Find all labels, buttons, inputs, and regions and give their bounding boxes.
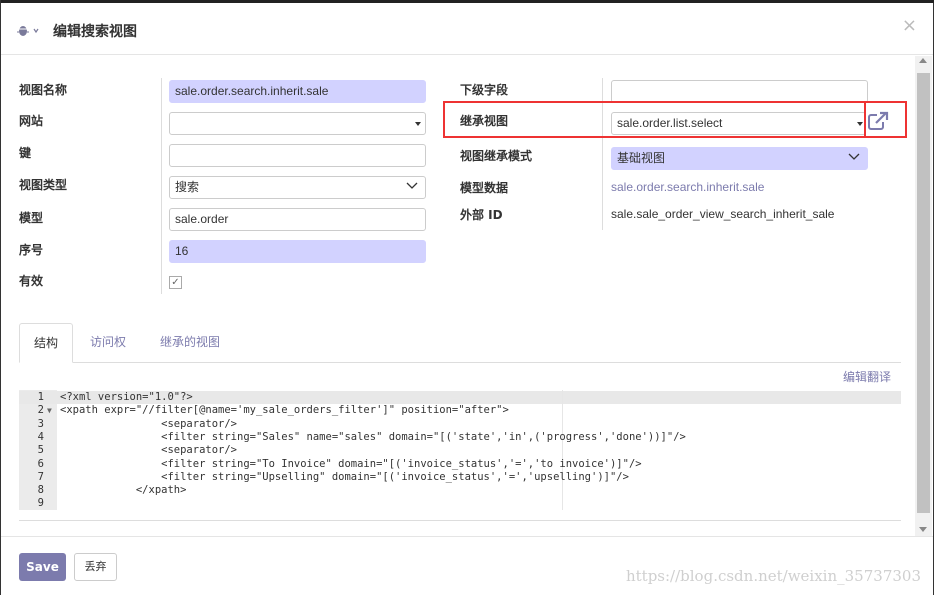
code-line: 1 <?xml version="1.0"?> [19,391,901,404]
label-inheritance-mode: 视图继承模式 [460,149,533,163]
dialog-body: 视图名称 网站 键 视图类型 模型 序号 有效 sale.order.searc… [1,56,915,536]
code-text: <filter string="To Invoice" domain="[('i… [60,457,642,470]
chevron-down-icon [406,180,418,193]
label-child-field: 下级字段 [460,83,509,97]
code-line: 8 </xpath> [19,484,901,497]
discard-button[interactable]: 丢弃 [74,553,117,581]
left-column-divider [161,78,162,294]
dialog-title: 编辑搜索视图 [53,24,137,40]
editor-bottom-border [19,520,901,521]
inherited-view-select[interactable]: sale.order.list.select [611,112,866,135]
save-button[interactable]: Save [19,553,66,581]
label-view-name: 视图名称 [19,83,68,97]
code-text: <xpath expr="//filter[@name='my_sale_ord… [60,404,509,417]
code-line: 9 [19,497,901,510]
caret-down-icon [415,122,421,126]
label-sequence: 序号 [19,243,44,257]
label-view-type: 视图类型 [19,178,68,192]
edit-translation-link[interactable]: 编辑翻译 [843,368,891,385]
code-line: 3 <separator/> [19,418,901,431]
code-editor[interactable]: 1 <?xml version="1.0"?> 2 ▼ <xpath expr="//f… [19,390,901,510]
dialog-scrollbar[interactable] [915,56,932,536]
label-model: 模型 [19,211,44,225]
code-text: </xpath> [60,484,187,497]
code-text: <filter string="Sales" name="sales" doma… [60,430,686,443]
chevron-down-icon [848,151,860,164]
code-text: <?xml version="1.0"?> [60,391,193,403]
child-field-input[interactable] [611,80,868,103]
close-icon[interactable]: × [902,15,917,36]
line-number: 5 [37,444,44,457]
key-input[interactable] [169,144,426,167]
tab-inherited-views[interactable]: 继承的视图 [146,323,234,363]
line-number: 1 [37,391,44,403]
notebook-tabs: 结构 访问权 继承的视图 [19,323,901,363]
view-name-input[interactable]: sale.order.search.inherit.sale [169,80,426,103]
label-website: 网站 [19,114,44,128]
line-number: 2 [37,404,44,417]
code-text: <separator/> [60,444,238,457]
view-type-select[interactable]: 搜索 [169,176,426,199]
label-external-id: 外部 ID [460,208,503,222]
external-link-icon[interactable] [867,111,889,133]
line-number: 4 [37,430,44,443]
tab-access-rights[interactable]: 访问权 [76,323,140,363]
caret-down-icon [857,122,863,126]
scroll-up-arrow-icon[interactable] [919,58,927,63]
code-line: 5 <separator/> [19,444,901,457]
label-model-data: 模型数据 [460,181,509,195]
dialog-header: 编辑搜索视图 × [1,3,933,55]
watermark: https://blog.csdn.net/weixin_35737303 [625,567,921,585]
code-line: 6 <filter string="To Invoice" domain="[(… [19,458,901,471]
label-key: 键 [19,146,32,160]
edit-search-view-dialog: 编辑搜索视图 × 视图名称 网站 键 视图类型 模型 序号 有效 sale.or… [0,0,934,595]
sequence-input[interactable]: 16 [169,240,426,263]
line-number: 3 [37,417,44,430]
code-line: 4 <filter string="Sales" name="sales" do… [19,431,901,444]
bug-icon[interactable] [17,23,45,37]
active-checkbox[interactable]: ✓ [169,276,182,289]
website-select[interactable] [169,112,426,135]
fold-arrow-icon[interactable]: ▼ [47,404,52,417]
code-line: 2 ▼ <xpath expr="//filter[@name='my_sale_o… [19,404,901,417]
model-data-link[interactable]: sale.order.search.inherit.sale [611,180,764,194]
scroll-down-arrow-icon[interactable] [919,527,927,532]
scrollbar-thumb[interactable] [917,73,930,513]
line-number: 6 [37,457,44,470]
line-number: 7 [37,470,44,483]
line-number: 8 [37,484,44,497]
label-active: 有效 [19,274,44,288]
external-id-value: sale.sale_order_view_search_inherit_sale [611,207,835,221]
inheritance-mode-select[interactable]: 基础视图 [611,147,868,170]
tab-structure[interactable]: 结构 [19,323,74,363]
code-line: 7 <filter string="Upselling" domain="[('… [19,471,901,484]
code-text: <separator/> [60,417,238,430]
model-input[interactable]: sale.order [169,208,426,231]
code-text: <filter string="Upselling" domain="[('in… [60,470,629,483]
dialog-footer: Save 丢弃 https://blog.csdn.net/weixin_357… [1,536,933,595]
line-number: 9 [37,497,44,510]
